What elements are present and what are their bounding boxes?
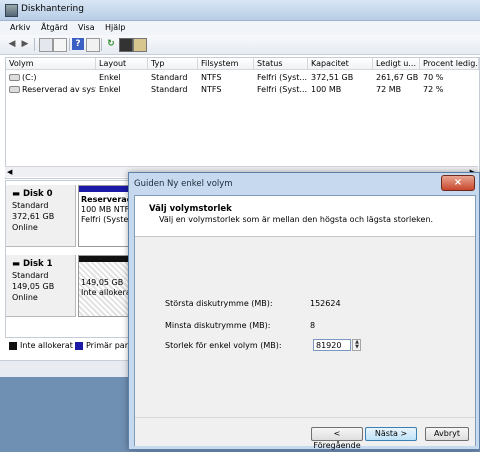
table-row-reserved-volume[interactable]: Reserverad av syst... (6, 84, 96, 96)
window-title: Diskhantering (21, 4, 84, 14)
next-button[interactable]: Nästa > (365, 427, 417, 441)
legend-primary-swatch (75, 342, 83, 350)
properties-icon[interactable] (39, 38, 53, 52)
volume-size-spinner[interactable]: ▲ ▼ (352, 339, 361, 351)
wizard-content: Välj volymstorlek Välj en volymstorlek s… (134, 195, 476, 450)
cell-percent-free: 70 % (423, 73, 444, 82)
cell-status: Felfri (Syst... (257, 73, 308, 82)
view-icon[interactable] (86, 38, 100, 52)
menu-atgard[interactable]: Åtgärd (41, 23, 68, 32)
col-header-status[interactable]: Status (254, 58, 308, 70)
settings-icon[interactable] (133, 38, 147, 52)
drive-icon (9, 74, 20, 81)
legend-unallocated: Inte allokerat (20, 341, 73, 350)
cell-filesystem: NTFS (201, 85, 222, 94)
cell-type: Standard (151, 85, 188, 94)
title-bar: Diskhantering (0, 0, 480, 21)
cell-type: Standard (151, 73, 188, 82)
back-arrow-icon[interactable]: ◀ (6, 38, 18, 50)
disk-status: Online (12, 293, 38, 302)
col-header-filsystem[interactable]: Filsystem (198, 58, 254, 70)
toolbar-separator (101, 38, 102, 51)
toolbar-separator (34, 38, 35, 51)
col-header-layout[interactable]: Layout (96, 58, 148, 70)
disk-management-icon (5, 4, 18, 17)
disk-size: 372,61 GB (12, 212, 55, 221)
cell-layout: Enkel (99, 73, 121, 82)
cell-filesystem: NTFS (201, 73, 222, 82)
toolbar-separator (69, 38, 70, 51)
cell-volume: (C:) (22, 73, 37, 82)
drive-icon (9, 86, 20, 93)
col-header-procent[interactable]: Procent ledig... (420, 58, 479, 70)
cell-percent-free: 72 % (423, 85, 444, 94)
unallocated-bar (79, 256, 133, 262)
table-row-c-volume[interactable]: (C:) (6, 72, 96, 84)
cell-volume: Reserverad av syst... (22, 85, 96, 94)
partition-reserved[interactable]: Reserverad 100 MB NTF Felfri (Syste (78, 185, 134, 247)
volume-size-input[interactable] (313, 339, 351, 351)
disk-0-label[interactable]: ▬ Disk 0 Standard 372,61 GB Online (6, 185, 76, 247)
disk-1-label[interactable]: ▬ Disk 1 Standard 149,05 GB Online (6, 255, 76, 317)
wizard-header: Välj volymstorlek Välj en volymstorlek s… (135, 196, 475, 237)
disk-name: Disk 1 (23, 259, 53, 269)
spin-down-icon[interactable]: ▼ (354, 345, 360, 350)
toolbar: ◀ ▶ ? ↻ (0, 35, 480, 55)
scroll-left-icon[interactable]: ◀ (7, 168, 12, 176)
max-size-value: 152624 (310, 299, 341, 308)
wizard-footer: < Föregående Nästa > Avbryt (135, 417, 475, 450)
list-icon[interactable] (53, 38, 67, 52)
max-size-label: Största diskutrymme (MB): (165, 299, 273, 308)
cell-layout: Enkel (99, 85, 121, 94)
wizard-title: Guiden Ny enkel volym (134, 179, 233, 189)
volume-size-label: Storlek för enkel volym (MB): (165, 341, 282, 350)
rescan-icon[interactable] (119, 38, 133, 52)
menu-hjalp[interactable]: Hjälp (105, 23, 125, 32)
col-header-volym[interactable]: Volym (6, 58, 96, 70)
wizard-body: Största diskutrymme (MB): 152624 Minsta … (135, 237, 475, 417)
disk-type: Standard (12, 271, 49, 280)
back-button[interactable]: < Föregående (311, 427, 363, 450)
cancel-button[interactable]: Avbryt (425, 427, 469, 441)
col-header-kapacitet[interactable]: Kapacitet (308, 58, 373, 70)
partition-status: Inte allokera (81, 288, 131, 297)
cell-free: 261,67 GB (376, 73, 419, 82)
new-simple-volume-wizard: Guiden Ny enkel volym × Välj volymstorle… (128, 172, 480, 450)
partition-name: Reserverad (81, 195, 133, 204)
min-size-label: Minsta diskutrymme (MB): (165, 321, 271, 330)
partition-size: 149,05 GB (81, 278, 124, 287)
menu-arkiv[interactable]: Arkiv (10, 23, 30, 32)
disk-icon: ▬ (12, 259, 21, 269)
close-icon[interactable]: × (441, 175, 475, 191)
col-header-ledigt[interactable]: Ledigt u... (373, 58, 420, 70)
wizard-title-bar: Guiden Ny enkel volym × (129, 173, 479, 195)
help-icon[interactable]: ? (72, 38, 84, 50)
disk-size: 149,05 GB (12, 282, 55, 291)
wizard-step-title: Välj volymstorlek (149, 204, 232, 214)
col-header-typ[interactable]: Typ (148, 58, 198, 70)
disk-type: Standard (12, 201, 49, 210)
legend-unallocated-swatch (9, 342, 17, 350)
menu-visa[interactable]: Visa (78, 23, 95, 32)
min-size-value: 8 (310, 321, 316, 330)
cell-status: Felfri (Syst... (257, 85, 308, 94)
wizard-step-subtitle: Välj en volymstorlek som är mellan den h… (159, 215, 434, 224)
primary-partition-bar (79, 186, 133, 192)
disk-name: Disk 0 (23, 189, 53, 199)
volume-list: Volym Layout Typ Filsystem Status Kapaci… (5, 57, 480, 179)
disk-status: Online (12, 223, 38, 232)
forward-arrow-icon[interactable]: ▶ (19, 38, 31, 50)
partition-status: Felfri (Syste (81, 215, 129, 224)
partition-size: 100 MB NTF (81, 205, 130, 214)
partition-unallocated[interactable]: 149,05 GB Inte allokera (78, 255, 134, 317)
cell-capacity: 100 MB (311, 85, 342, 94)
refresh-icon[interactable]: ↻ (105, 38, 117, 50)
menu-bar: Arkiv Åtgärd Visa Hjälp (0, 21, 480, 35)
cell-free: 72 MB (376, 85, 402, 94)
disk-icon: ▬ (12, 189, 21, 199)
cell-capacity: 372,51 GB (311, 73, 354, 82)
